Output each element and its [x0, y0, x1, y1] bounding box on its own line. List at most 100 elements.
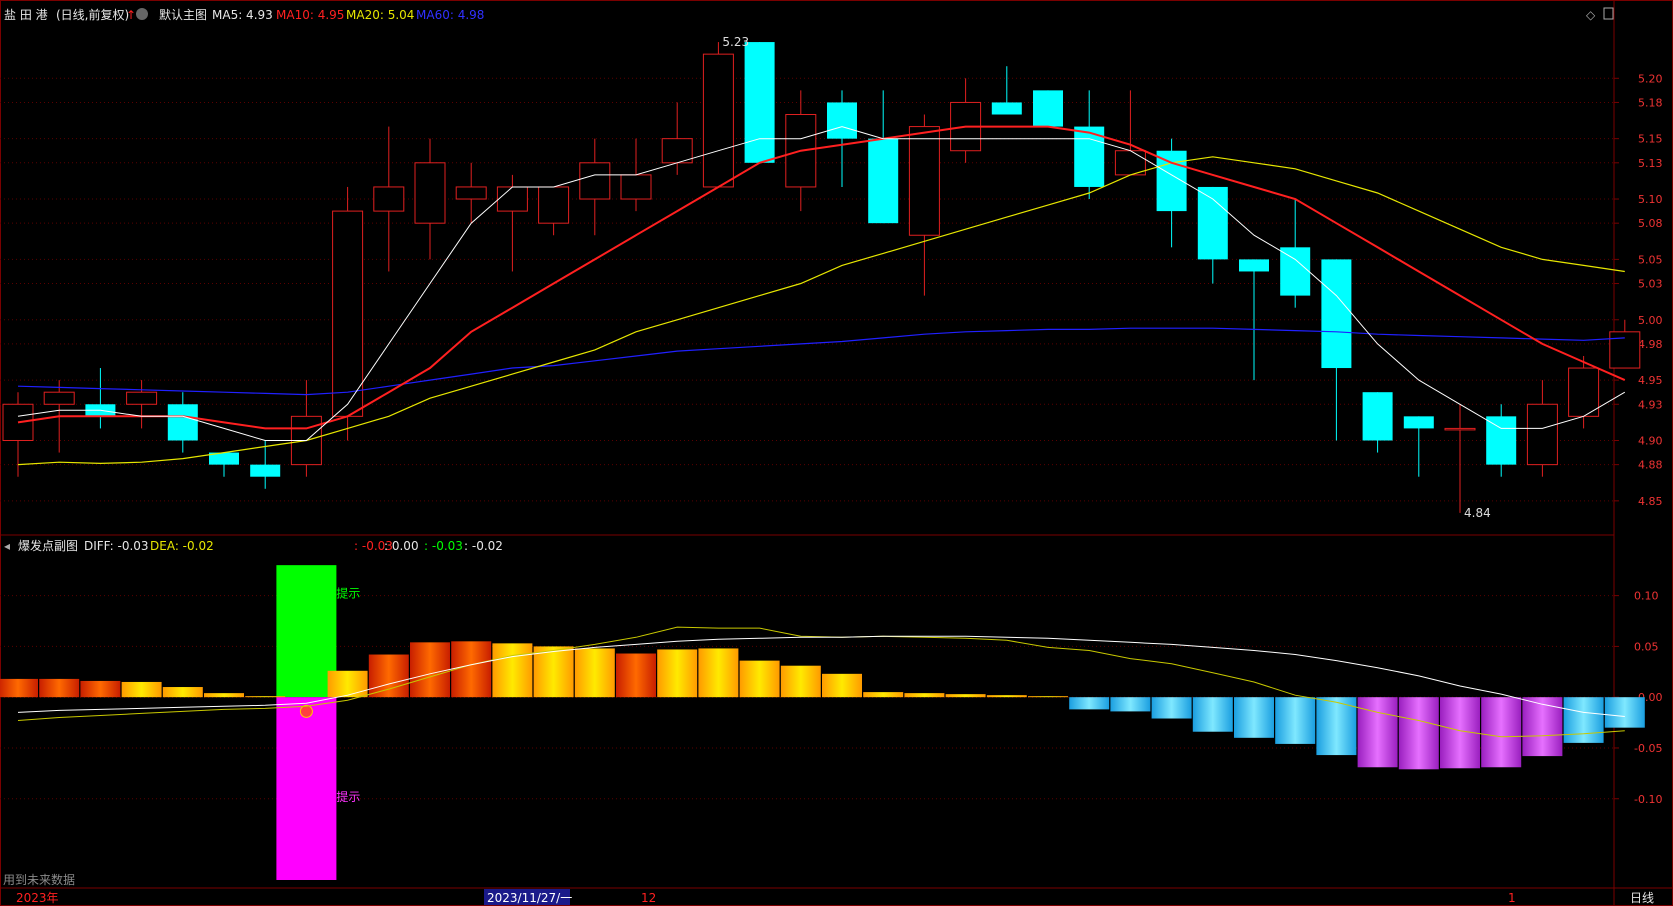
histogram-bar-negative	[1110, 697, 1151, 712]
candle-body-down	[1280, 247, 1311, 296]
histogram-bar-positive	[121, 681, 162, 698]
histogram-bar-positive	[204, 693, 244, 698]
price-axis: 4.85 4.88 4.90 4.93 4.95 4.98 5.00 5.03 5.05 5.08…	[1614, 72, 1663, 508]
indicator-tick-label: 0.10	[1634, 590, 1659, 603]
ma10-label: MA10: 4.95	[276, 8, 344, 22]
signal-marker	[299, 704, 313, 718]
extra-green-label: : -0.03	[424, 539, 463, 553]
histogram-bar-negative	[1522, 697, 1563, 757]
price-tick-label: 5.20	[1638, 72, 1663, 85]
candle-body-down	[1239, 259, 1269, 272]
candle-body-down	[250, 464, 281, 477]
indicator-bars	[0, 565, 1645, 880]
indicator-tick-label: 0.05	[1634, 640, 1659, 653]
histogram-bar-negative	[1563, 697, 1604, 743]
candle-body-down	[1486, 416, 1517, 465]
histogram-bar-negative	[1234, 697, 1274, 738]
candle-body-up	[1526, 403, 1558, 466]
ma60-label: MA60: 4.98	[416, 8, 484, 22]
histogram-bar-positive	[533, 646, 574, 698]
price-tick-label: 4.88	[1638, 459, 1663, 472]
histogram-bar-positive	[327, 670, 368, 698]
ma20-label: MA20: 5.04	[346, 8, 414, 22]
diamond-icon[interactable]: ◇	[1586, 8, 1596, 22]
candle-body-down	[868, 138, 899, 224]
candle-body-down	[991, 102, 1022, 115]
price-tick-label: 4.93	[1638, 398, 1663, 411]
month-1-label: 1	[1508, 891, 1516, 905]
candle-body-up	[496, 186, 528, 212]
histogram-bar-negative	[1398, 697, 1439, 770]
extra-last-label: : -0.02	[464, 539, 503, 553]
collapse-icon[interactable]: ◂	[4, 539, 10, 553]
histogram-bar-negative	[1604, 697, 1645, 728]
histogram-bar-positive	[1028, 696, 1068, 698]
candle-body-down	[1197, 186, 1228, 260]
indicator-tick-label: -0.10	[1634, 793, 1662, 806]
dea-label: DEA: -0.02	[150, 539, 214, 553]
extra-white-label: : 0.00	[384, 539, 419, 553]
price-tick-label: 5.00	[1638, 314, 1663, 327]
stock-chart[interactable]: 4.85 4.88 4.90 4.93 4.95 4.98 5.00 5.03 5.05 5.08…	[0, 0, 1673, 906]
candle-body-down	[827, 102, 857, 139]
histogram-bar-positive	[492, 643, 533, 698]
histogram-bar-positive	[780, 665, 821, 698]
histogram-bar-positive	[904, 693, 945, 698]
candle-body-up	[43, 391, 75, 405]
month-12-label: 12	[641, 891, 656, 905]
candle-body-up	[455, 186, 487, 200]
price-tick-label: 5.05	[1638, 253, 1663, 266]
histogram-bar-positive	[822, 673, 862, 698]
candle-body-down	[1033, 90, 1063, 127]
histogram-bar-negative	[1357, 697, 1398, 768]
signal-bar-down	[276, 697, 337, 880]
candle-body-up	[661, 138, 693, 164]
indicator-tick-label: -0.05	[1634, 742, 1662, 755]
period-note: (日线,前复权)	[56, 7, 129, 22]
main-chart-label[interactable]: 默认主图	[159, 7, 207, 22]
candle-body-up	[373, 186, 405, 212]
histogram-bar-positive	[245, 696, 286, 698]
price-tick-label: 4.98	[1638, 338, 1663, 351]
price-tick-label: 5.08	[1638, 217, 1663, 230]
candle-body-down	[1403, 416, 1434, 429]
candle-body-up	[414, 162, 446, 224]
histogram-bar-positive	[0, 678, 38, 698]
diff-label: DIFF: -0.03	[84, 539, 149, 553]
candle-body-up	[126, 391, 158, 405]
price-tick-label: 5.15	[1638, 133, 1663, 146]
histogram-bar-positive	[410, 642, 450, 698]
candle-body-up	[538, 186, 570, 224]
candle-body-up	[702, 53, 734, 188]
period-button[interactable]: 日线	[1630, 891, 1654, 905]
candle-body-down	[1362, 392, 1393, 441]
histogram-bar-negative	[1481, 697, 1522, 768]
ma60-line	[17, 327, 1625, 396]
histogram-bar-negative	[1192, 697, 1233, 732]
settings-icon[interactable]	[136, 8, 148, 20]
candle-body-up	[1568, 367, 1600, 417]
window-icon[interactable]	[1603, 7, 1614, 20]
sub-chart-title: 爆发点副图	[18, 538, 78, 553]
histogram-bar-positive	[39, 678, 80, 698]
signal-down-text: 提示	[336, 789, 360, 804]
candle-body-down	[167, 404, 198, 441]
signal-bar-up	[276, 565, 337, 698]
up-arrow-icon: ↑	[126, 8, 136, 22]
price-tick-label: 4.95	[1638, 374, 1663, 387]
candle-body-up	[579, 162, 611, 200]
price-tick-label: 5.10	[1638, 193, 1663, 206]
price-tick-label: 5.18	[1638, 96, 1663, 109]
signal-up-text: 提示	[336, 586, 360, 601]
histogram-bar-positive	[368, 654, 409, 698]
histogram-bar-positive	[80, 680, 121, 698]
histogram-bar-positive	[863, 692, 904, 698]
candle-body-down	[1321, 259, 1352, 369]
histogram-bar-positive	[986, 695, 1027, 698]
histogram-bar-negative	[1275, 697, 1316, 744]
histogram-bar-positive	[739, 660, 780, 698]
histogram-bar-positive	[574, 648, 615, 698]
candle-body-up	[620, 174, 652, 200]
ma10-line	[17, 125, 1626, 430]
histogram-bar-positive	[945, 694, 986, 698]
